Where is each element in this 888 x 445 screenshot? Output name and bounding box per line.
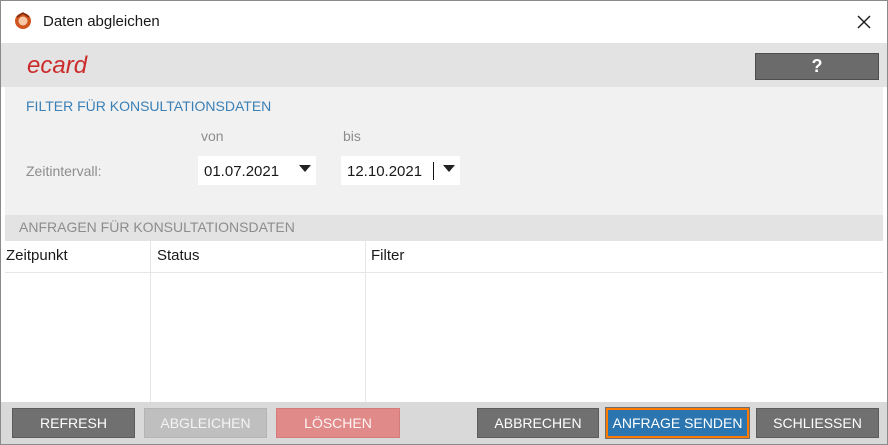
send-request-button[interactable]: ANFRAGE SENDEN — [606, 408, 749, 438]
close-button[interactable]: SCHLIESSEN — [756, 408, 879, 438]
sync-button[interactable]: ABGLEICHEN — [144, 408, 267, 438]
to-label: bis — [343, 128, 361, 144]
requests-section-title: ANFRAGEN FÜR KONSULTATIONSDATEN — [19, 219, 295, 235]
delete-button[interactable]: LÖSCHEN — [276, 408, 400, 438]
from-date-picker[interactable]: 01.07.2021 — [198, 156, 316, 185]
chevron-down-icon[interactable] — [443, 165, 455, 172]
close-icon[interactable] — [851, 9, 877, 35]
requests-table[interactable] — [5, 241, 883, 402]
from-date-value: 01.07.2021 — [204, 163, 280, 180]
chevron-down-icon[interactable] — [299, 165, 311, 172]
window-title: Daten abgleichen — [43, 13, 160, 30]
table-header-divider — [5, 272, 883, 273]
from-label: von — [201, 128, 224, 144]
ecard-logo: ecard — [27, 52, 88, 79]
to-date-value: 12.10.2021 — [347, 163, 423, 180]
title-bar: Daten abgleichen — [1, 1, 887, 43]
app-icon — [15, 12, 31, 29]
column-divider — [365, 241, 366, 402]
interval-label: Zeitintervall: — [26, 163, 102, 179]
to-date-picker[interactable]: 12.10.2021 — [341, 156, 460, 185]
cancel-button[interactable]: ABBRECHEN — [477, 408, 599, 438]
column-header-filter[interactable]: Filter — [371, 247, 404, 264]
dialog-window: Daten abgleichen ecard ? FILTER FÜR KONS… — [0, 0, 888, 445]
filter-section-title: FILTER FÜR KONSULTATIONSDATEN — [26, 98, 272, 114]
column-header-status[interactable]: Status — [157, 247, 200, 264]
help-button[interactable]: ? — [755, 53, 879, 80]
column-header-zeitpunkt[interactable]: Zeitpunkt — [6, 247, 68, 264]
text-caret — [433, 162, 434, 180]
logo-text: ecard — [27, 52, 88, 79]
refresh-button[interactable]: REFRESH — [12, 408, 135, 438]
column-divider — [150, 241, 151, 402]
